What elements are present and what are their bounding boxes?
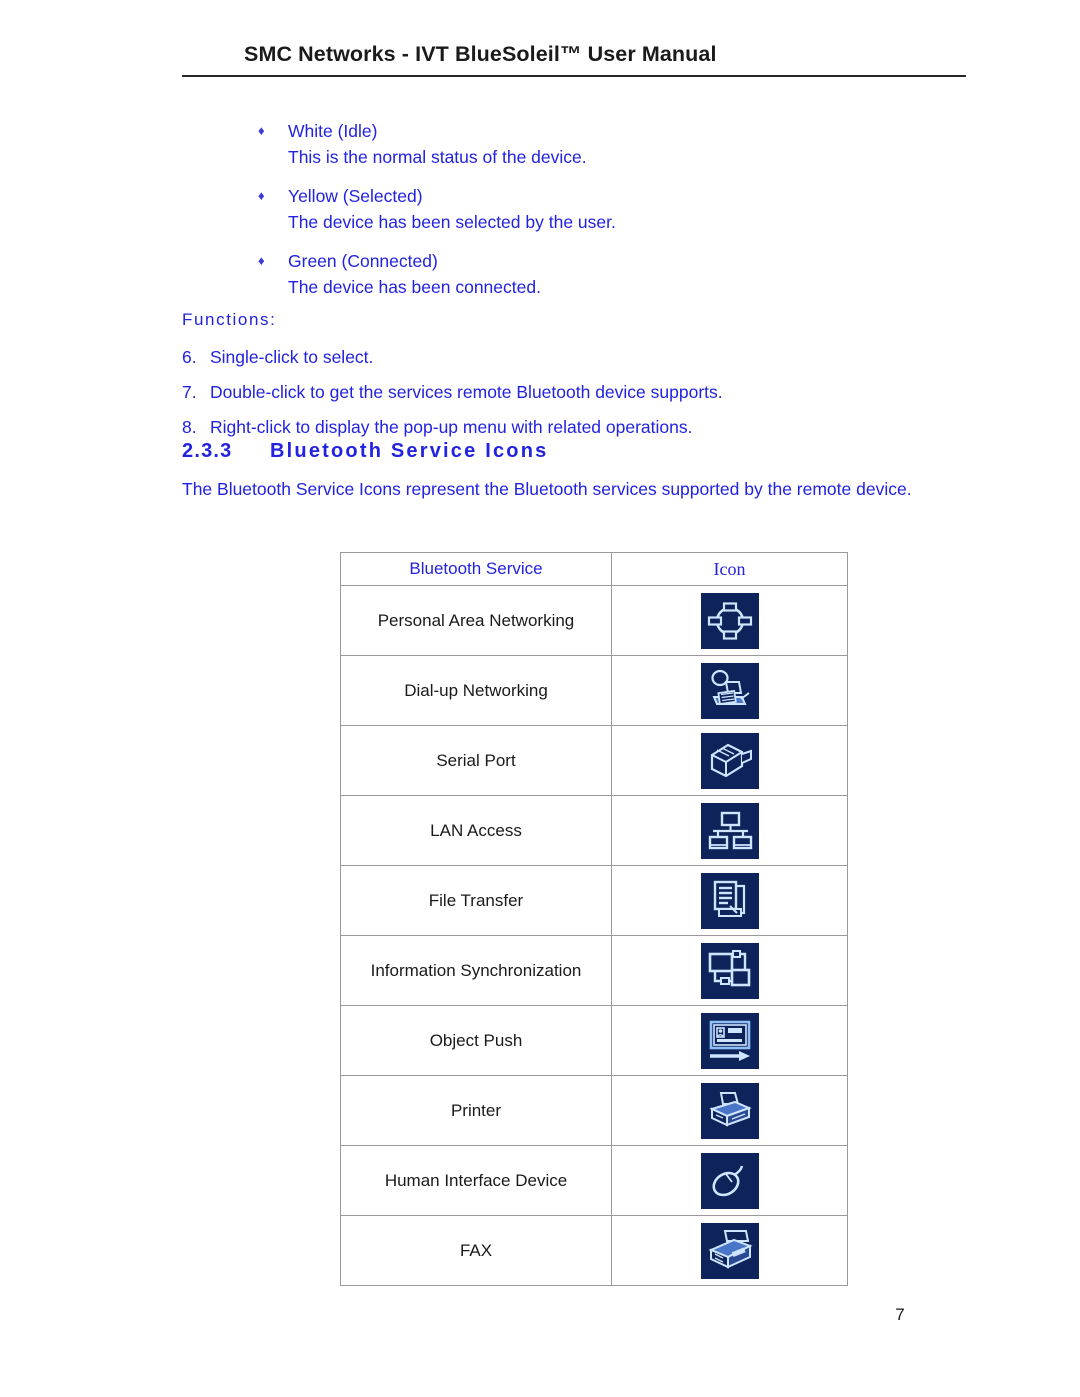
file-transfer-icon — [700, 872, 759, 929]
table-row: Human Interface Device — [340, 1145, 848, 1216]
page-title: SMC Networks - IVT BlueSoleil™ User Manu… — [244, 42, 717, 66]
diamond-bullet-icon: ♦ — [258, 188, 265, 203]
list-text: Single-click to select. — [210, 347, 374, 367]
service-icon-cell — [611, 1005, 848, 1076]
table-row: LAN Access — [340, 795, 848, 866]
lan-access-icon — [700, 802, 759, 859]
list-item: 6. Single-click to select. — [182, 346, 942, 368]
status-title: Green (Connected) — [288, 251, 438, 271]
information-synchronization-icon — [700, 942, 759, 999]
section-intro-paragraph: The Bluetooth Service Icons represent th… — [182, 479, 912, 499]
table-row: Serial Port — [340, 725, 848, 796]
list-number: 6. — [182, 347, 197, 367]
section-number: 2.3.3 — [182, 440, 233, 462]
fax-icon — [700, 1222, 759, 1279]
printer-icon — [700, 1082, 759, 1139]
status-description: This is the normal status of the device. — [288, 147, 587, 167]
table-row: Personal Area Networking — [340, 585, 848, 656]
list-number: 8. — [182, 417, 197, 437]
service-name: Personal Area Networking — [340, 585, 612, 656]
service-name: Dial-up Networking — [340, 655, 612, 726]
service-name: Information Synchronization — [340, 935, 612, 1006]
service-name: Object Push — [340, 1005, 612, 1076]
section-heading: 2.3.3 Bluetooth Service Icons — [182, 440, 548, 463]
status-description: The device has been selected by the user… — [288, 212, 616, 232]
service-icon-cell — [611, 1215, 848, 1286]
header-rule — [182, 75, 966, 77]
bluetooth-service-table: Bluetooth Service Icon Personal Area Net… — [340, 552, 848, 1286]
service-name: LAN Access — [340, 795, 612, 866]
column-header-service: Bluetooth Service — [340, 552, 612, 586]
diamond-bullet-icon: ♦ — [258, 123, 265, 138]
list-item: ♦ Yellow (Selected) The device has been … — [258, 185, 958, 233]
service-name: File Transfer — [340, 865, 612, 936]
human-interface-device-icon — [700, 1152, 759, 1209]
object-push-icon — [700, 1012, 759, 1069]
diamond-bullet-icon: ♦ — [258, 253, 265, 268]
column-header-icon: Icon — [611, 552, 848, 586]
functions-label: Functions: — [182, 310, 277, 329]
service-icon-cell — [611, 865, 848, 936]
table-row: File Transfer — [340, 865, 848, 936]
list-text: Double-click to get the services remote … — [210, 382, 723, 402]
status-description: The device has been connected. — [288, 277, 541, 297]
table-row: Object Push — [340, 1005, 848, 1076]
list-number: 7. — [182, 382, 197, 402]
table-header-row: Bluetooth Service Icon — [340, 552, 848, 586]
service-name: Printer — [340, 1075, 612, 1146]
service-name: Serial Port — [340, 725, 612, 796]
page-header: SMC Networks - IVT BlueSoleil™ User Manu… — [182, 42, 966, 77]
list-item: 8. Right-click to display the pop-up men… — [182, 416, 942, 438]
service-icon-cell — [611, 935, 848, 1006]
table-row: Dial-up Networking — [340, 655, 848, 726]
section-title: Bluetooth Service Icons — [270, 440, 549, 462]
service-icon-cell — [611, 585, 848, 656]
service-icon-cell — [611, 655, 848, 726]
list-item: ♦ Green (Connected) The device has been … — [258, 250, 958, 298]
service-name: Human Interface Device — [340, 1145, 612, 1216]
status-title: Yellow (Selected) — [288, 186, 423, 206]
serial-port-icon — [700, 732, 759, 789]
device-status-list: ♦ White (Idle) This is the normal status… — [258, 120, 958, 315]
service-icon-cell — [611, 1145, 848, 1216]
dial-up-networking-icon — [700, 662, 759, 719]
list-item: 7. Double-click to get the services remo… — [182, 381, 942, 403]
status-title: White (Idle) — [288, 121, 378, 141]
page-number: 7 — [895, 1305, 905, 1324]
table-row: Information Synchronization — [340, 935, 848, 1006]
personal-area-networking-icon — [700, 592, 759, 649]
list-item: ♦ White (Idle) This is the normal status… — [258, 120, 958, 168]
service-name: FAX — [340, 1215, 612, 1286]
table-row: FAX — [340, 1215, 848, 1286]
functions-section: Functions: 6. Single-click to select. 7.… — [182, 310, 942, 451]
list-text: Right-click to display the pop-up menu w… — [210, 417, 693, 437]
table-row: Printer — [340, 1075, 848, 1146]
service-icon-cell — [611, 1075, 848, 1146]
service-icon-cell — [611, 795, 848, 866]
service-icon-cell — [611, 725, 848, 796]
